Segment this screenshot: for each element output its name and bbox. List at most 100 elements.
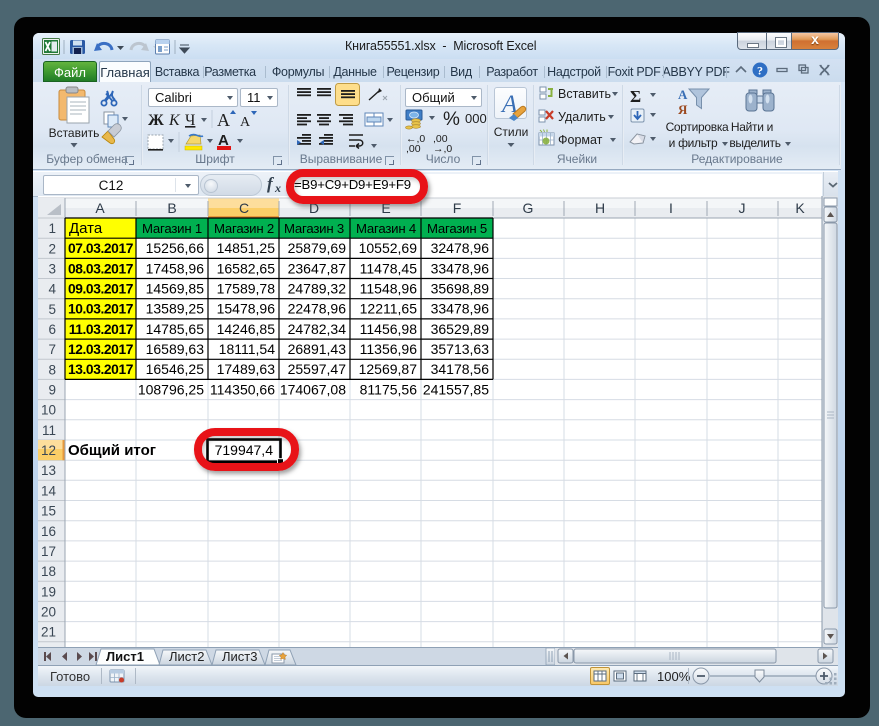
- svg-text:4: 4: [48, 282, 56, 297]
- svg-text:?: ?: [757, 64, 763, 78]
- svg-text:C: C: [239, 200, 249, 216]
- svg-text:25879,69: 25879,69: [288, 240, 347, 256]
- svg-text:33478,96: 33478,96: [431, 301, 490, 317]
- svg-text:20: 20: [41, 605, 56, 620]
- svg-text:19: 19: [41, 584, 56, 599]
- svg-text:34178,56: 34178,56: [431, 361, 490, 377]
- svg-text:11: 11: [42, 423, 56, 438]
- svg-text:F: F: [453, 200, 462, 216]
- svg-text:241557,85: 241557,85: [423, 381, 489, 397]
- svg-text:13589,25: 13589,25: [146, 301, 205, 317]
- svg-text:,00: ,00: [406, 143, 421, 155]
- svg-text:Магазин 5: Магазин 5: [427, 221, 487, 236]
- svg-text:16546,25: 16546,25: [146, 361, 205, 377]
- svg-text:23647,87: 23647,87: [288, 260, 347, 276]
- svg-text:22478,96: 22478,96: [288, 301, 347, 317]
- svg-text:10: 10: [41, 403, 56, 418]
- svg-text:15: 15: [41, 504, 56, 519]
- svg-text:174067,08: 174067,08: [280, 381, 346, 397]
- svg-text:36529,89: 36529,89: [431, 321, 490, 337]
- svg-text:24789,32: 24789,32: [288, 281, 347, 297]
- svg-text:09.03.2017: 09.03.2017: [68, 282, 134, 297]
- svg-text:11.03.2017: 11.03.2017: [69, 322, 134, 337]
- svg-text:24782,34: 24782,34: [288, 321, 347, 337]
- svg-text:13: 13: [41, 463, 56, 478]
- svg-text:Лист2: Лист2: [169, 649, 204, 664]
- svg-text:K: K: [795, 200, 805, 216]
- svg-text:Магазин 4: Магазин 4: [356, 221, 416, 236]
- svg-text:7: 7: [48, 342, 56, 357]
- svg-text:15478,96: 15478,96: [217, 301, 276, 317]
- svg-text:33478,96: 33478,96: [431, 260, 490, 276]
- svg-text:Ж: Ж: [148, 112, 164, 129]
- svg-text:и фильтр: и фильтр: [669, 136, 718, 150]
- svg-text:10552,69: 10552,69: [359, 240, 418, 256]
- svg-text:A: A: [217, 110, 230, 130]
- svg-text:14: 14: [41, 483, 57, 498]
- svg-text:Вставить: Вставить: [49, 126, 100, 140]
- svg-text:Лист3: Лист3: [222, 649, 257, 664]
- svg-text:114350,66: 114350,66: [210, 381, 275, 397]
- svg-text:5: 5: [48, 302, 56, 317]
- svg-text:Дата: Дата: [69, 220, 103, 237]
- svg-text:14246,85: 14246,85: [217, 321, 276, 337]
- svg-text:26891,43: 26891,43: [288, 341, 347, 357]
- svg-text:12.03.2017: 12.03.2017: [68, 342, 134, 357]
- svg-text:Магазин 1: Магазин 1: [142, 221, 202, 236]
- svg-text:14785,65: 14785,65: [146, 321, 205, 337]
- svg-text:14851,25: 14851,25: [217, 240, 276, 256]
- svg-text:11356,96: 11356,96: [360, 341, 418, 357]
- svg-text:3: 3: [48, 262, 56, 277]
- svg-text:15256,66: 15256,66: [146, 240, 205, 256]
- svg-text:07.03.2017: 07.03.2017: [68, 241, 134, 256]
- svg-text:108796,25: 108796,25: [138, 381, 204, 397]
- svg-text:08.03.2017: 08.03.2017: [68, 261, 134, 276]
- svg-text:K: K: [168, 112, 181, 129]
- svg-text:Формат: Формат: [558, 133, 603, 147]
- svg-text:18: 18: [41, 564, 56, 579]
- svg-text:H: H: [595, 200, 605, 216]
- svg-text:1: 1: [48, 221, 56, 236]
- svg-text:Сортировка: Сортировка: [666, 120, 729, 134]
- svg-text:17489,63: 17489,63: [217, 361, 276, 377]
- svg-text:A: A: [240, 115, 251, 130]
- svg-text:17458,96: 17458,96: [146, 260, 205, 276]
- svg-text:16589,63: 16589,63: [146, 341, 205, 357]
- svg-text:A: A: [678, 87, 688, 102]
- svg-text:B: B: [167, 200, 176, 216]
- svg-text:17589,78: 17589,78: [217, 281, 276, 297]
- svg-text:21: 21: [41, 625, 56, 640]
- svg-text:G: G: [523, 200, 534, 216]
- svg-text:32478,96: 32478,96: [431, 240, 490, 256]
- svg-text:12569,87: 12569,87: [359, 361, 418, 377]
- svg-text:Лист1: Лист1: [106, 649, 144, 664]
- svg-text:Найти и: Найти и: [731, 120, 773, 134]
- svg-text:10.03.2017: 10.03.2017: [68, 302, 134, 317]
- svg-text:16582,65: 16582,65: [217, 260, 276, 276]
- svg-text:I: I: [669, 200, 673, 216]
- svg-text:Стили: Стили: [494, 125, 529, 139]
- svg-text:Удалить: Удалить: [558, 110, 606, 124]
- svg-text:25597,47: 25597,47: [288, 361, 347, 377]
- svg-text:Магазин 2: Магазин 2: [214, 221, 274, 236]
- svg-text:выделить: выделить: [729, 136, 780, 150]
- svg-text:%: %: [443, 109, 460, 130]
- svg-text:12211,65: 12211,65: [360, 301, 418, 317]
- svg-text:Магазин 3: Магазин 3: [284, 221, 344, 236]
- svg-text:11548,96: 11548,96: [360, 281, 418, 297]
- svg-text:000: 000: [465, 111, 487, 126]
- svg-text:Ч: Ч: [185, 112, 195, 129]
- svg-text:Σ: Σ: [630, 87, 641, 106]
- svg-text:11478,45: 11478,45: [360, 260, 418, 276]
- svg-text:13.03.2017: 13.03.2017: [68, 362, 134, 377]
- svg-text:35698,89: 35698,89: [431, 281, 490, 297]
- svg-text:6: 6: [48, 322, 56, 337]
- svg-text:17: 17: [41, 544, 56, 559]
- svg-text:Общий итог: Общий итог: [68, 442, 156, 459]
- svg-text:35713,63: 35713,63: [431, 341, 490, 357]
- svg-text:81175,56: 81175,56: [360, 381, 418, 397]
- svg-text:2: 2: [48, 241, 56, 256]
- svg-text:12: 12: [41, 443, 56, 458]
- svg-text:18111,54: 18111,54: [219, 341, 276, 357]
- svg-text:Вставить: Вставить: [558, 87, 611, 101]
